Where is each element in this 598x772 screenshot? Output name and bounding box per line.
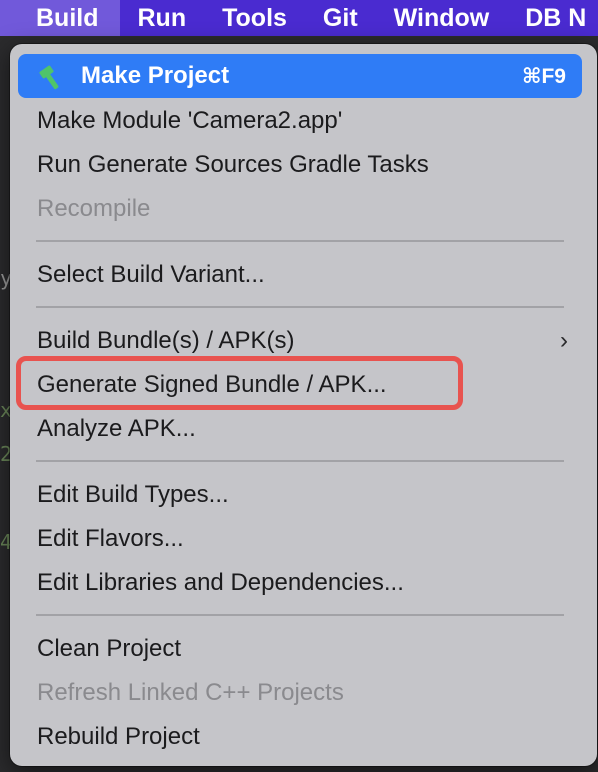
menu-bar: Build Run Tools Git Window DB N (0, 0, 598, 36)
menubar-git[interactable]: Git (305, 0, 376, 36)
build-menu-dropdown: Make Project ⌘F9 Make Module 'Camera2.ap… (10, 44, 597, 766)
menubar-tools[interactable]: Tools (204, 0, 305, 36)
menubar-build[interactable]: Build (0, 0, 120, 36)
menubar-window[interactable]: Window (376, 0, 508, 36)
menu-item-rebuild-project[interactable]: Rebuild Project (18, 715, 582, 759)
build-bundles-label: Build Bundle(s) / APK(s) (37, 327, 295, 354)
menu-separator (36, 614, 564, 616)
menu-item-run-generate-sources[interactable]: Run Generate Sources Gradle Tasks (18, 143, 582, 187)
menu-item-edit-flavors[interactable]: Edit Flavors... (18, 517, 582, 561)
make-project-shortcut: ⌘F9 (522, 64, 566, 88)
menu-separator (36, 460, 564, 462)
hammer-icon (39, 65, 59, 90)
make-project-label: Make Project (81, 62, 230, 89)
menu-item-analyze-apk[interactable]: Analyze APK... (18, 407, 582, 451)
menu-item-select-build-variant[interactable]: Select Build Variant... (18, 253, 582, 297)
menu-separator (36, 306, 564, 308)
menubar-run[interactable]: Run (120, 0, 205, 36)
menu-item-recompile: Recompile (37, 195, 151, 222)
menubar-db-navigator[interactable]: DB N (507, 0, 598, 36)
menu-item-clean-project[interactable]: Clean Project (18, 627, 582, 671)
menu-item-edit-libraries[interactable]: Edit Libraries and Dependencies... (18, 561, 582, 605)
menu-item-make-module[interactable]: Make Module 'Camera2.app' (18, 99, 582, 143)
menu-item-refresh-linked-cpp: Refresh Linked C++ Projects (37, 679, 344, 706)
menu-separator (36, 240, 564, 242)
menu-item-make-project[interactable]: Make Project ⌘F9 (18, 54, 582, 98)
highlight-annotation-box (16, 356, 463, 410)
menu-item-edit-build-types[interactable]: Edit Build Types... (18, 473, 582, 517)
chevron-right-icon: › (560, 327, 568, 354)
